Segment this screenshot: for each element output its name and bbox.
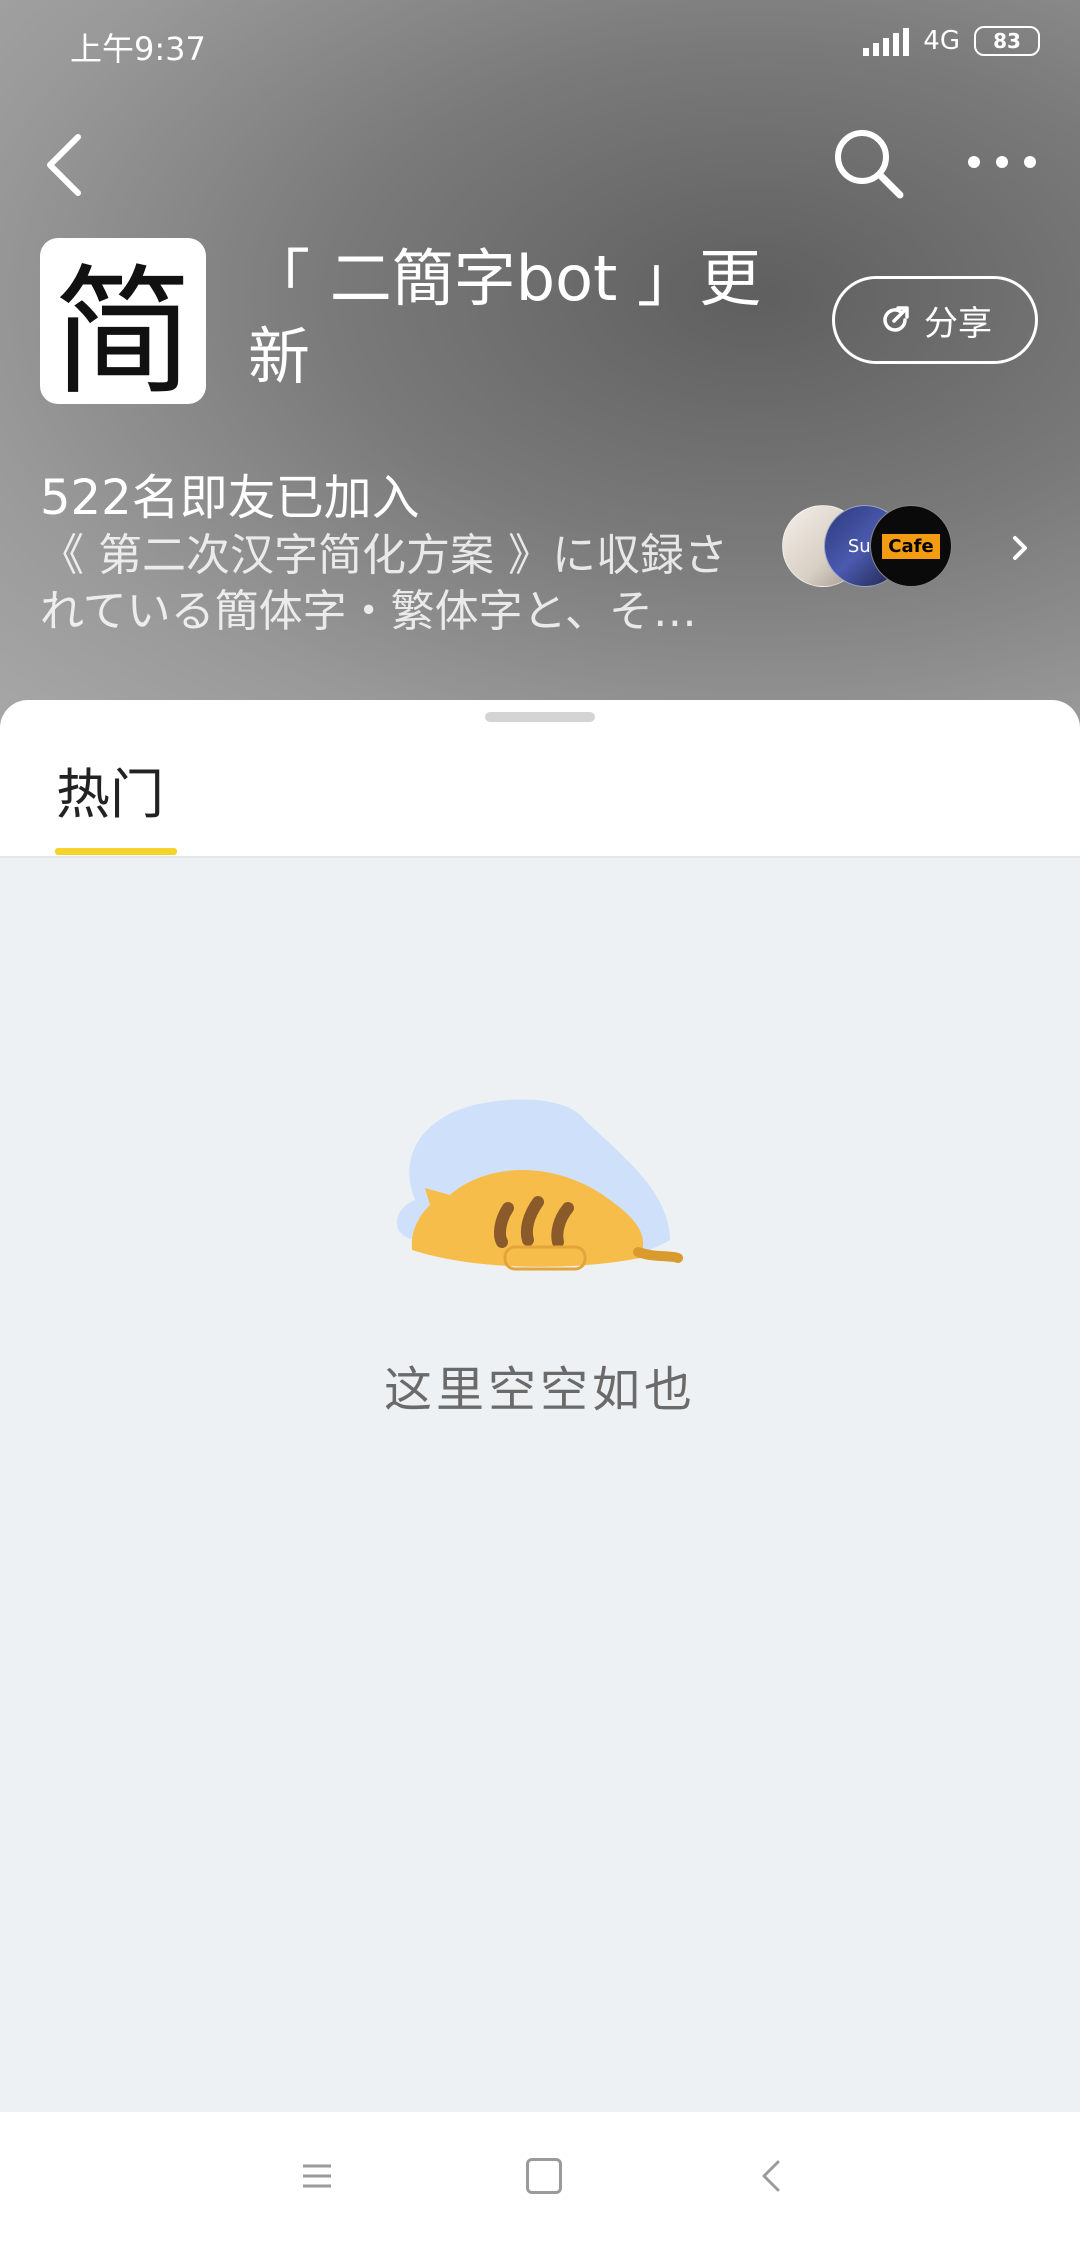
share-label: 分享 xyxy=(924,303,992,344)
status-time: 上午9:37 xyxy=(70,30,206,68)
tab-hot[interactable]: 热门 xyxy=(56,750,164,829)
group-avatar: 简 xyxy=(40,238,206,415)
battery-icon: 83 xyxy=(974,26,1040,56)
status-bar: 上午9:37 4G 83 xyxy=(0,0,1080,90)
sleeping-cat-illustration xyxy=(380,1090,700,1290)
empty-state-text: 这里空空如也 xyxy=(383,1362,696,1418)
share-icon xyxy=(883,306,909,332)
drag-handle[interactable] xyxy=(485,712,595,722)
network-type: 4G xyxy=(923,26,960,56)
chevron-right-icon[interactable] xyxy=(1005,528,1035,568)
search-icon xyxy=(835,130,904,199)
member-avatar: Cafe xyxy=(870,505,952,587)
active-tab-indicator xyxy=(55,848,177,855)
group-description[interactable]: 《 第二次汉字简化方案 》に収録されている簡体字・繁体字と、そ… xyxy=(40,528,760,640)
member-avatars[interactable]: Sup Cafe xyxy=(782,505,952,589)
more-dots-icon xyxy=(968,156,1036,168)
share-button[interactable]: 分享 xyxy=(832,276,1038,364)
more-button[interactable] xyxy=(960,140,1050,190)
group-title: 「 二簡字bot 」更新 xyxy=(248,242,762,393)
nav-back-icon[interactable] xyxy=(756,2156,786,2196)
system-nav-bar xyxy=(0,2112,1080,2244)
back-button[interactable] xyxy=(40,125,100,205)
back-arrow-icon xyxy=(47,134,81,196)
group-header: 上午9:37 4G 83 简 「 二簡字bot 」更新 分享 522名即友已加入… xyxy=(0,0,1080,740)
status-indicators: 4G 83 xyxy=(863,26,1040,56)
members-count[interactable]: 522名即友已加入 xyxy=(40,458,420,528)
search-button[interactable] xyxy=(830,125,910,205)
signal-icon xyxy=(863,26,910,56)
menu-icon[interactable] xyxy=(300,2160,334,2194)
content-sheet: 热门 xyxy=(0,700,1080,858)
home-square-icon[interactable] xyxy=(526,2158,562,2194)
